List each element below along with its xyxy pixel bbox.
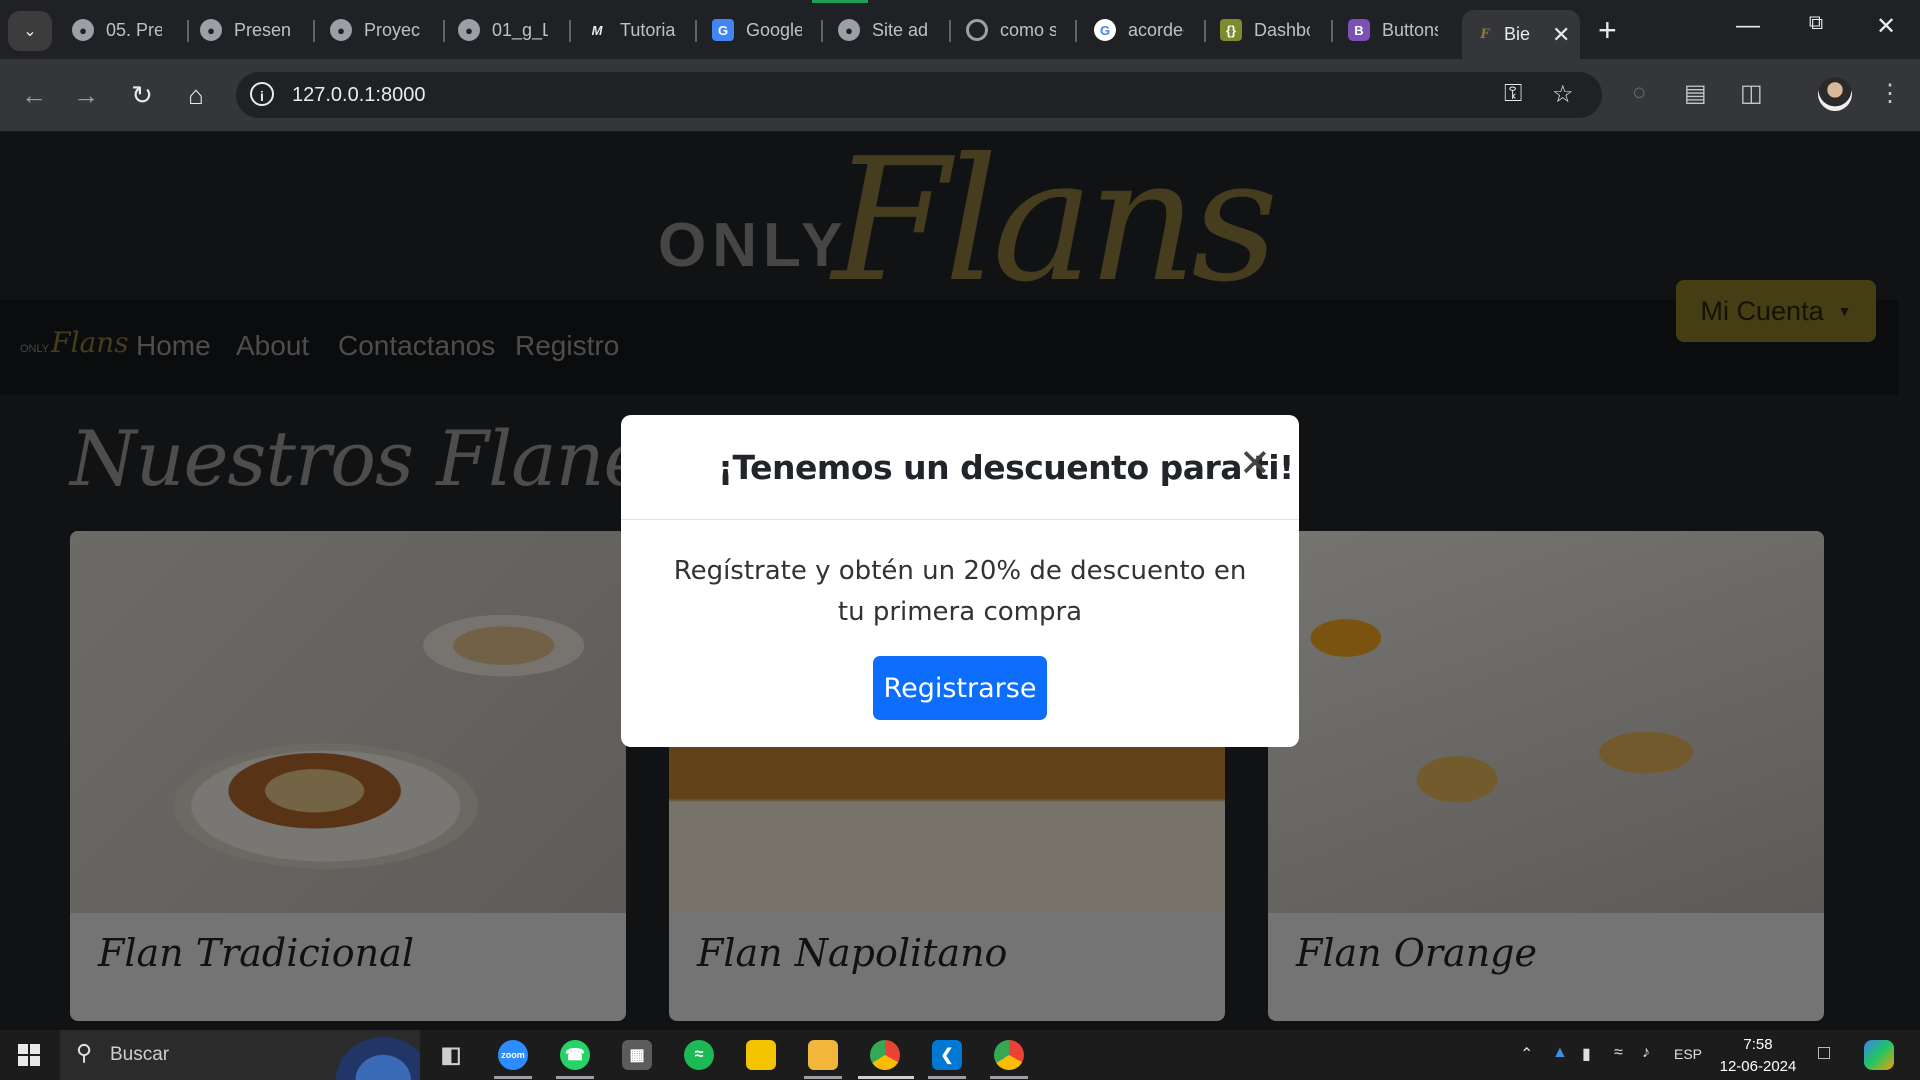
taskbar-search[interactable]: ⚲ Buscar [60, 1030, 420, 1080]
browser-tab[interactable]: ● 05. Pres [72, 10, 190, 50]
google-icon: G [1094, 19, 1116, 41]
google-translate-icon: G [712, 19, 734, 41]
bookmark-star-icon[interactable]: ☆ [1552, 80, 1574, 109]
site-info-icon[interactable]: i [250, 82, 274, 106]
profile-avatar[interactable] [1818, 77, 1852, 111]
vscode-icon[interactable]: ❮ [932, 1040, 962, 1070]
key-icon[interactable]: ⚿ [1504, 80, 1522, 108]
kebab-menu-icon[interactable]: ⋮ [1878, 79, 1902, 108]
chrome-icon[interactable] [994, 1040, 1024, 1070]
task-view-icon[interactable]: ◧ [436, 1040, 466, 1070]
tab-separator [1204, 20, 1206, 42]
chevron-down-icon: ⌄ [23, 23, 37, 40]
sticky-notes-icon[interactable] [746, 1040, 776, 1070]
zoom-icon[interactable]: zoom [498, 1040, 528, 1070]
clock-time: 7:58 [1743, 1036, 1773, 1053]
globe-icon: ● [200, 19, 222, 41]
copilot-icon[interactable] [1864, 1040, 1894, 1070]
windows-start-icon[interactable] [18, 1044, 40, 1066]
browser-tab[interactable]: G acordec [1094, 10, 1212, 50]
close-window-button[interactable]: ✕ [1856, 12, 1916, 41]
tab-search-button[interactable]: ⌄ [8, 11, 52, 51]
tab-separator [949, 20, 951, 42]
volume-icon[interactable]: ♪ [1642, 1044, 1650, 1062]
app-running-indicator [804, 1076, 842, 1079]
address-bar[interactable]: i 127.0.0.1:8000 ⚿ ☆ [236, 72, 1602, 118]
minimize-button[interactable]: — [1718, 12, 1778, 40]
tab-separator [1075, 20, 1077, 42]
tab-separator [821, 20, 823, 42]
tab-separator [313, 20, 315, 42]
reload-button[interactable]: ↻ [122, 75, 162, 115]
app-running-indicator [928, 1076, 966, 1079]
app-running-indicator [556, 1076, 594, 1079]
extension-printer-icon[interactable]: ▤ [1684, 79, 1707, 108]
tab-separator [695, 20, 697, 42]
chrome-icon [966, 19, 988, 41]
modal-header: ¡Tenemos un descuento para ti! ✕ [621, 415, 1299, 520]
tab-strip: ⌄ ● 05. Pres ● Present ● Proyect ● 01_g_… [0, 0, 1920, 59]
tab-separator [443, 20, 445, 42]
bluetooth-icon[interactable]: ▲ [1552, 1044, 1568, 1062]
modal-title: ¡Tenemos un descuento para ti! [718, 448, 1294, 487]
app-active-indicator [858, 1076, 914, 1079]
language-indicator[interactable]: ESP [1674, 1046, 1702, 1062]
globe-icon: ● [72, 19, 94, 41]
discount-modal: ¡Tenemos un descuento para ti! ✕ Regístr… [621, 415, 1299, 747]
app-running-indicator [494, 1076, 532, 1079]
browser-tab[interactable]: ● Site adr [838, 10, 956, 50]
browser-tab[interactable]: M Tutorial [586, 10, 704, 50]
mouse-icon[interactable]: ○ [1632, 79, 1647, 107]
chrome-icon[interactable] [870, 1040, 900, 1070]
tab-separator [1331, 20, 1333, 42]
whatsapp-icon[interactable]: ☎ [560, 1040, 590, 1070]
notifications-icon[interactable]: □ [1818, 1042, 1830, 1065]
register-button[interactable]: Registrarse [873, 656, 1047, 720]
browser-tab[interactable]: G Google [712, 10, 830, 50]
browser-tab[interactable]: como s [966, 10, 1084, 50]
browser-tab[interactable]: ● Proyect [330, 10, 448, 50]
system-clock[interactable]: 7:58 12-06-2024 [1716, 1034, 1800, 1078]
file-explorer-icon[interactable] [808, 1040, 838, 1070]
bootstrap-icon: B [1348, 19, 1370, 41]
browser-tab[interactable]: ● 01_g_Le [458, 10, 576, 50]
globe-icon: ● [330, 19, 352, 41]
back-button[interactable]: ← [14, 75, 54, 115]
search-highlight-image [328, 1030, 420, 1080]
tab-loading-indicator [812, 0, 868, 3]
restore-button[interactable]: ⧉ [1786, 12, 1846, 35]
tab-separator [569, 20, 571, 42]
globe-icon: ● [838, 19, 860, 41]
url-text[interactable]: 127.0.0.1:8000 [292, 84, 425, 107]
browser-tab[interactable]: ● Present [200, 10, 318, 50]
m-logo-icon: M [591, 22, 603, 38]
new-tab-button[interactable]: + [1598, 14, 1617, 46]
spotify-icon[interactable]: ≈ [684, 1040, 714, 1070]
web-page: ONLY Flans ONLYFlans Home About Contacta… [0, 132, 1920, 1030]
puzzle-icon[interactable]: ◫ [1740, 79, 1763, 108]
browser-toolbar: ← → ↻ ⌂ i 127.0.0.1:8000 ⚿ ☆ ○ ▤ ◫ ⋮ [0, 59, 1920, 132]
globe-icon: ● [458, 19, 480, 41]
taskbar-search-placeholder: Buscar [110, 1044, 170, 1065]
close-icon[interactable]: ✕ [1239, 445, 1271, 483]
app-running-indicator [990, 1076, 1028, 1079]
browser-tab[interactable]: {} Dashbo [1220, 10, 1338, 50]
modal-body-text: Regístrate y obtén un 20% de descuento e… [673, 556, 1247, 627]
clock-date: 12-06-2024 [1719, 1058, 1797, 1075]
browser-tab[interactable]: B Buttons [1348, 10, 1466, 50]
calculator-icon[interactable]: ▦ [622, 1040, 652, 1070]
tab-separator [187, 20, 189, 42]
onlyflans-icon: F [1480, 27, 1490, 42]
home-button[interactable]: ⌂ [176, 75, 216, 115]
braces-icon: {} [1220, 19, 1242, 41]
chevron-up-icon[interactable]: ⌃ [1520, 1044, 1533, 1064]
search-icon: ⚲ [76, 1040, 93, 1065]
battery-icon[interactable]: ▮ [1582, 1044, 1591, 1064]
browser-tab-active[interactable]: F Bie ✕ [1462, 10, 1580, 59]
windows-taskbar: ⚲ Buscar ◧ zoom ☎ ▦ ≈ ❮ ⌃ ▲ ▮ ≈ ♪ ESP 7:… [0, 1030, 1920, 1080]
close-tab-icon[interactable]: ✕ [1552, 22, 1570, 48]
forward-button[interactable]: → [66, 75, 106, 115]
wifi-icon[interactable]: ≈ [1614, 1044, 1623, 1062]
